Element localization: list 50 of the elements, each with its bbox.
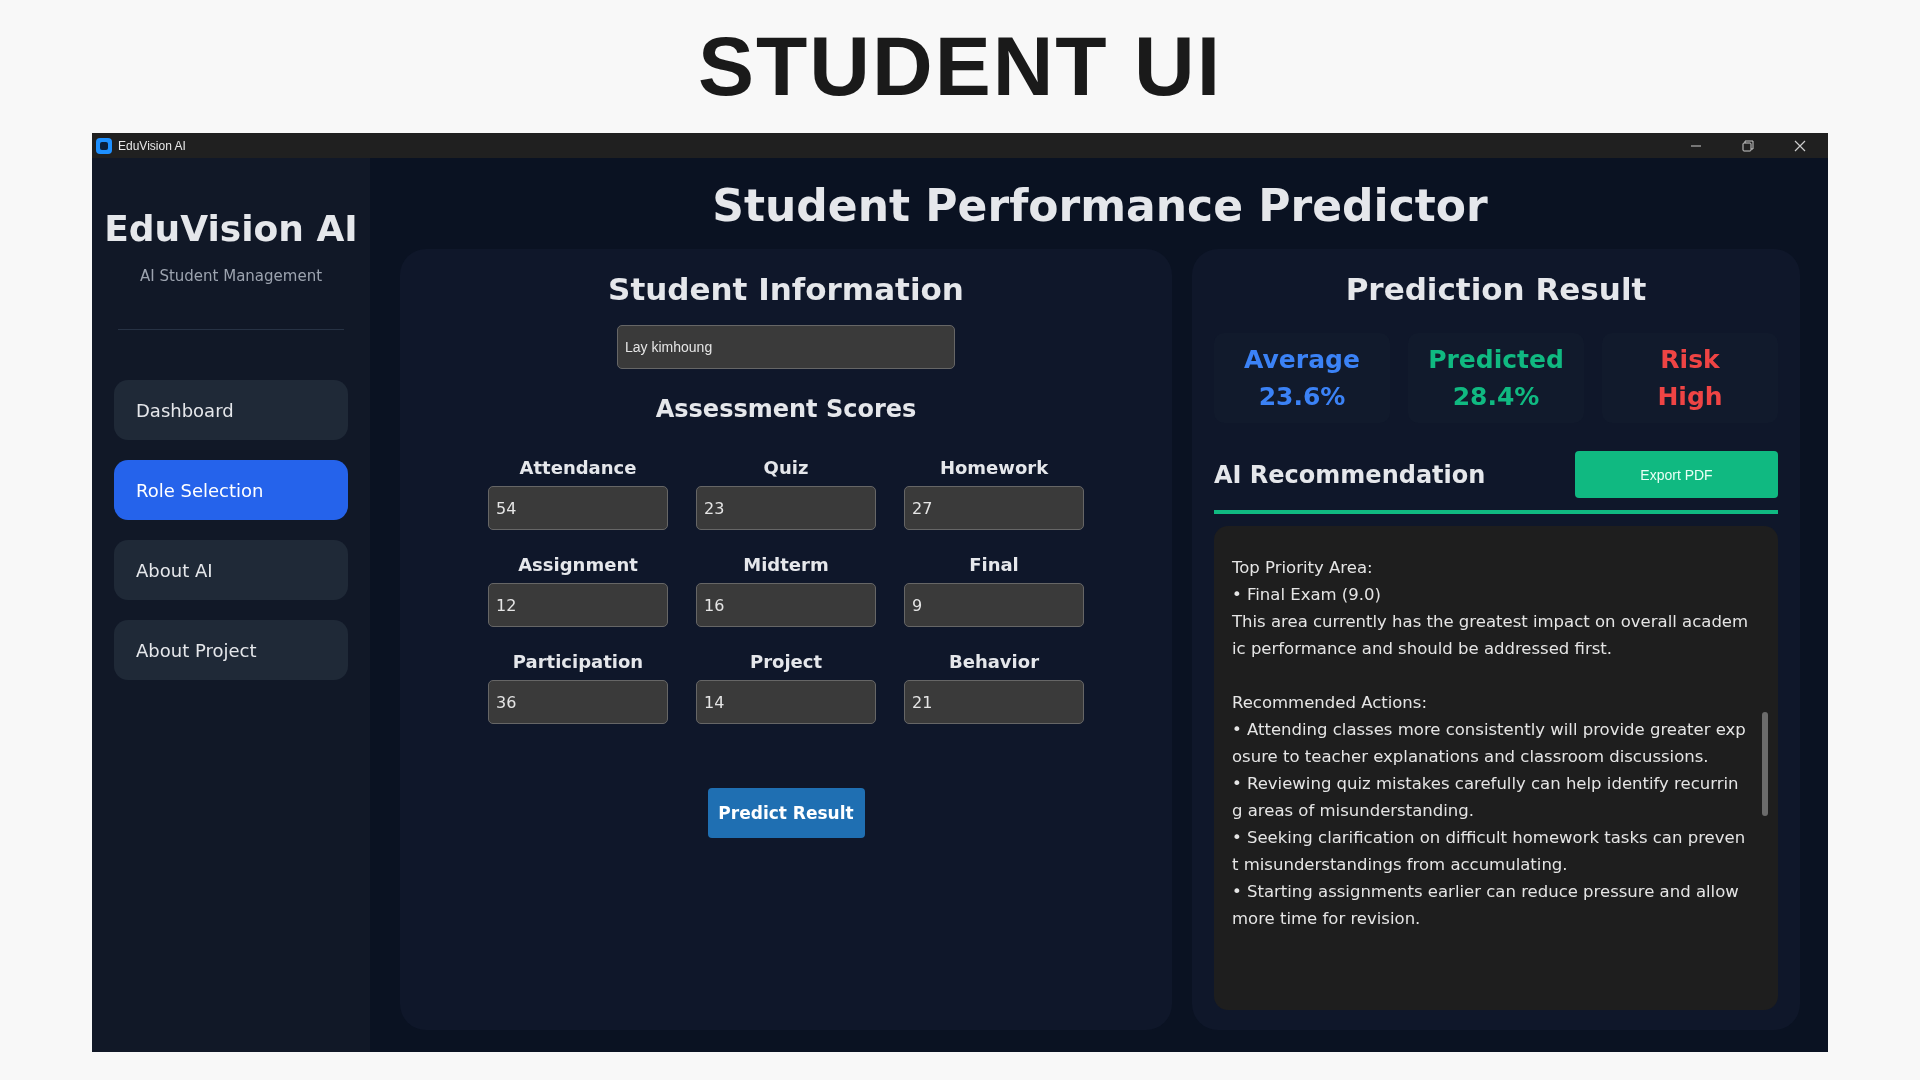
recommendation-line: • Attending classes more consistently will provide greater exp (1232, 719, 1747, 741)
recommendation-line: • Seeking clarification on difficult homework tasks can preven (1232, 827, 1747, 849)
recommendation-line: • Reviewing quiz mistakes carefully can help identify recurrin (1232, 773, 1740, 795)
score-field[interactable]: 14 (696, 680, 876, 724)
score-field[interactable]: 27 (904, 486, 1084, 530)
recommendation-line: more time for revision. (1232, 908, 1422, 930)
recommendation-line: ic performance and should be addressed first. (1232, 638, 1614, 660)
score-label: Final (969, 554, 1019, 575)
score-field[interactable]: 12 (488, 583, 668, 627)
recommendation-line: t misunderstandings from accumulating. (1232, 854, 1569, 876)
recommendation-line: This area currently has the greatest impact on overall academ (1232, 611, 1750, 633)
page-title: STUDENT UI (698, 18, 1222, 115)
score-label: Quiz (763, 457, 809, 478)
window-title: EduVision AI (118, 138, 186, 153)
section-title: AI Recommendation (1214, 460, 1486, 489)
score-field[interactable]: 16 (696, 583, 876, 627)
brand-title: EduVision AI (104, 208, 358, 249)
recommendation-heading: Recommended Actions: (1232, 692, 1428, 714)
app-icon (96, 137, 112, 154)
recommendation-line: • Final Exam (9.0) (1232, 584, 1382, 606)
score-label: Midterm (743, 554, 829, 575)
recommendation-heading: Top Priority Area: (1232, 557, 1374, 579)
score-label: Behavior (948, 651, 1039, 672)
score-label: Homework (939, 457, 1049, 478)
predict-button[interactable]: Predict Result (707, 788, 865, 838)
score-field[interactable]: 36 (488, 680, 668, 724)
card-title: Student Information (608, 271, 964, 307)
score-label: Project (749, 651, 823, 672)
score-field[interactable]: 23 (696, 486, 876, 530)
score-label: Participation (512, 651, 644, 672)
recommendation-line: g areas of misunderstanding. (1232, 800, 1475, 822)
score-field[interactable]: 9 (904, 583, 1084, 627)
score-field[interactable]: 21 (904, 680, 1084, 724)
scrollbar[interactable] (1762, 712, 1768, 816)
recommendation-line: • Starting assignments earlier can reduce pressure and allow (1232, 881, 1740, 903)
restore-icon[interactable] (1742, 139, 1754, 152)
nav-item[interactable]: About Project (114, 620, 348, 680)
page-heading: Student Performance Predictor (711, 179, 1489, 233)
nav-item[interactable]: About AI (114, 540, 348, 600)
score-label: Assignment (518, 554, 638, 575)
nav-item[interactable]: Dashboard (114, 380, 348, 440)
score-field[interactable]: 54 (488, 486, 668, 530)
section-title: Assessment Scores (655, 395, 917, 423)
close-icon[interactable] (1794, 139, 1806, 152)
nav-item[interactable]: Role Selection (114, 460, 348, 520)
recommendation-line: osure to teacher explanations and classroom discussions. (1232, 746, 1710, 768)
name-field[interactable]: Lay kimhoung (617, 325, 955, 369)
brand-subtitle: AI Student Management (139, 267, 323, 285)
score-label: Attendance (519, 457, 637, 478)
card-title: Prediction Result (1345, 271, 1647, 307)
